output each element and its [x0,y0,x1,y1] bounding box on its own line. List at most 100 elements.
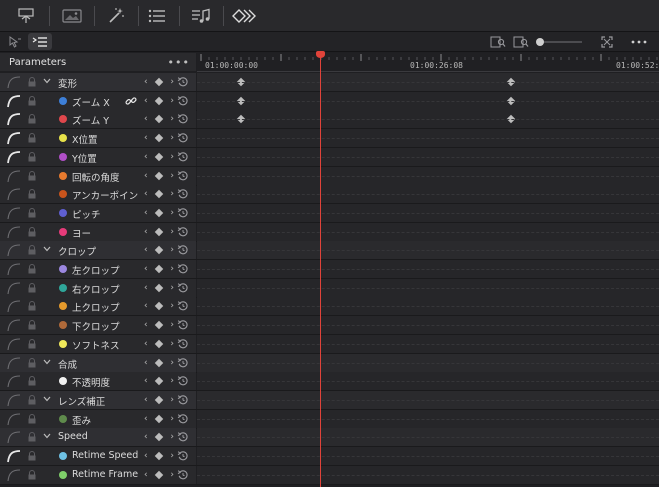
next-keyframe-icon[interactable]: › [170,207,174,219]
prev-keyframe-icon[interactable]: ‹ [144,375,148,387]
prev-keyframe-icon[interactable]: ‹ [144,431,148,443]
prev-keyframe-icon[interactable]: ‹ [144,394,148,406]
prev-keyframe-icon[interactable]: ‹ [144,207,148,219]
parameter-group-row[interactable]: 変形 ‹ › [0,73,659,91]
parameter-row[interactable]: ヨー ‹ › [0,222,659,241]
reset-icon[interactable] [177,300,189,312]
reset-icon[interactable] [177,263,189,275]
prev-keyframe-icon[interactable]: ‹ [144,357,148,369]
curve-editor-icon[interactable] [7,356,21,370]
next-keyframe-icon[interactable]: › [170,226,174,238]
lock-icon[interactable] [27,226,37,237]
prev-keyframe-icon[interactable]: ‹ [144,450,148,462]
lock-icon[interactable] [27,376,37,386]
add-keyframe-icon[interactable] [154,264,164,274]
lock-icon[interactable] [27,394,37,405]
add-keyframe-icon[interactable] [154,451,164,461]
next-keyframe-icon[interactable]: › [170,188,174,200]
parameters-more-button[interactable]: ••• [168,56,190,69]
add-keyframe-icon[interactable] [154,77,164,87]
next-keyframe-icon[interactable]: › [170,375,174,387]
parameter-row[interactable]: Y位置 ‹ › [0,147,659,166]
parameter-row[interactable]: ピッチ ‹ › [0,203,659,222]
parameter-row[interactable]: Retime Frame ‹ › [0,465,659,484]
parameter-row[interactable]: アンカーポイン ‹ › [0,185,659,204]
parameter-row[interactable]: Retime Speed ‹ › [0,447,659,465]
export-icon[interactable] [8,3,44,29]
row-timeline-track[interactable] [197,91,659,110]
lock-icon[interactable] [27,77,37,87]
prev-keyframe-icon[interactable]: ‹ [144,244,148,256]
add-keyframe-icon[interactable] [154,96,164,105]
add-keyframe-icon[interactable] [154,227,164,236]
next-keyframe-icon[interactable]: › [170,282,174,294]
next-keyframe-icon[interactable]: › [170,338,174,350]
row-timeline-track[interactable] [197,297,659,316]
parameter-row[interactable]: 下クロップ ‹ › [0,316,659,335]
add-keyframe-icon[interactable] [154,395,164,405]
row-timeline-track[interactable] [197,222,659,241]
add-keyframe-icon[interactable] [154,339,164,349]
list-icon[interactable] [139,3,175,29]
curve-editor-icon[interactable] [7,374,21,388]
next-keyframe-icon[interactable]: › [170,132,174,144]
add-keyframe-icon[interactable] [154,171,164,180]
next-keyframe-icon[interactable]: › [170,319,174,331]
reset-icon[interactable] [177,375,189,387]
lock-icon[interactable] [27,320,37,330]
curve-editor-icon[interactable] [7,206,21,220]
curve-editor-icon[interactable] [7,281,21,295]
lock-icon[interactable] [27,451,37,461]
prev-keyframe-icon[interactable]: ‹ [144,263,148,275]
curve-editor-icon[interactable] [7,318,21,332]
prev-keyframe-icon[interactable]: ‹ [144,170,148,182]
parameter-row[interactable]: 右クロップ ‹ › [0,278,659,297]
row-timeline-track[interactable] [197,166,659,185]
keyframe-marker[interactable] [236,77,246,87]
next-keyframe-icon[interactable]: › [170,357,174,369]
curve-editor-icon[interactable] [7,225,21,239]
reset-icon[interactable] [177,188,189,200]
prev-keyframe-icon[interactable]: ‹ [144,132,148,144]
curve-editor-icon[interactable] [7,430,21,444]
parameter-row[interactable]: ソフトネス ‹ › [0,334,659,353]
reset-icon[interactable] [177,170,189,182]
prev-keyframe-icon[interactable]: ‹ [144,282,148,294]
parameter-row[interactable]: 上クロップ ‹ › [0,297,659,316]
row-timeline-track[interactable] [197,390,659,409]
reset-icon[interactable] [177,151,189,163]
reset-icon[interactable] [177,282,189,294]
prev-keyframe-icon[interactable]: ‹ [144,188,148,200]
magic-wand-icon[interactable] [98,3,134,29]
row-timeline-track[interactable] [197,110,659,129]
prev-keyframe-icon[interactable]: ‹ [144,113,148,125]
reset-icon[interactable] [177,450,189,462]
row-timeline-track[interactable] [197,278,659,297]
next-keyframe-icon[interactable]: › [170,450,174,462]
reset-icon[interactable] [177,431,189,443]
zoom-fit-icon[interactable] [488,33,508,50]
reset-icon[interactable] [177,113,189,125]
reset-icon[interactable] [177,338,189,350]
row-timeline-track[interactable] [197,334,659,353]
curve-editor-icon[interactable] [7,112,21,126]
row-timeline-track[interactable] [197,353,659,372]
keyframe-marker[interactable] [236,96,246,105]
lock-icon[interactable] [27,432,37,442]
add-keyframe-icon[interactable] [154,246,164,255]
row-timeline-track[interactable] [197,372,659,391]
parameter-row[interactable]: ズーム Y ‹ › [0,110,659,129]
prev-keyframe-icon[interactable]: ‹ [144,300,148,312]
add-keyframe-icon[interactable] [154,115,164,124]
image-icon[interactable] [54,3,90,29]
add-keyframe-icon[interactable] [154,414,164,423]
keyframe-marker[interactable] [506,115,516,124]
reset-icon[interactable] [177,244,189,256]
curve-editor-icon[interactable] [7,412,21,426]
next-keyframe-icon[interactable]: › [170,244,174,256]
lock-icon[interactable] [27,170,37,181]
next-keyframe-icon[interactable]: › [170,113,174,125]
parameter-row[interactable]: ズーム X ‹ › [0,91,659,110]
lock-icon[interactable] [27,95,37,106]
next-keyframe-icon[interactable]: › [170,263,174,275]
